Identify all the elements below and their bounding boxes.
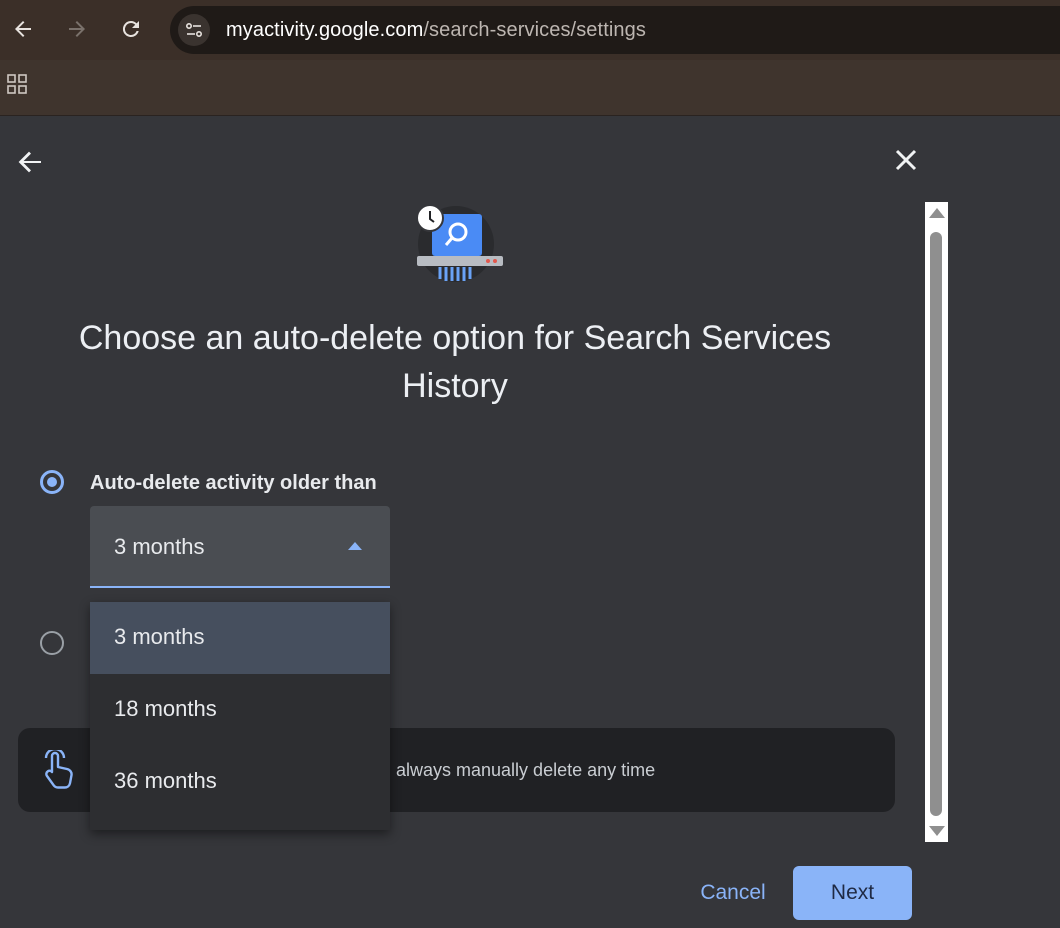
url-host: myactivity.google.com [226,19,424,41]
select-current-value: 3 months [114,534,205,559]
cancel-button[interactable]: Cancel [680,868,786,918]
address-bar[interactable]: myactivity.google.com/search-services/se… [170,6,1060,54]
bookmarks-bar [0,60,1060,116]
site-info-icon [185,22,203,38]
dialog-back-icon[interactable] [14,146,46,178]
dropdown-option-3-months[interactable]: 3 months [90,602,390,674]
apps-icon[interactable] [7,74,29,96]
dont-auto-delete-radio[interactable] [40,631,64,655]
dropdown-option-label: 36 months [114,768,217,793]
dialog-scrollbar[interactable] [925,202,948,842]
hand-tap-icon [44,750,73,789]
reload-icon [122,20,139,37]
dialog-title: Choose an auto-delete option for Search … [78,319,832,405]
back-button[interactable] [8,14,38,44]
forward-icon [69,21,85,37]
scroll-down-arrow-icon[interactable] [929,826,945,836]
dropdown-option-36-months[interactable]: 36 months [90,746,390,818]
forward-button[interactable] [62,14,92,44]
auto-delete-dialog: Choose an auto-delete option for Search … [0,116,1060,928]
dropdown-option-label: 3 months [114,624,205,649]
back-icon [15,21,31,37]
close-icon[interactable] [890,144,922,176]
period-dropdown-menu: 3 months 18 months 36 months [90,602,390,830]
info-text: always manually delete any time [396,760,656,780]
caret-up-icon [348,542,362,550]
scroll-up-arrow-icon[interactable] [929,208,945,218]
scroll-thumb[interactable] [930,232,942,816]
auto-delete-period-select[interactable]: 3 months [90,506,390,588]
next-button[interactable]: Next [793,866,912,920]
browser-toolbar: myactivity.google.com/search-services/se… [0,0,1060,60]
dropdown-option-18-months[interactable]: 18 months [90,674,390,746]
reload-button[interactable] [116,14,146,44]
auto-delete-option-label: Auto-delete activity older than [90,472,377,494]
url-text: myactivity.google.com/search-services/se… [226,19,646,42]
auto-delete-radio[interactable] [40,470,64,494]
url-path: /search-services/settings [423,19,646,41]
dropdown-option-label: 18 months [114,696,217,721]
site-info-button[interactable] [178,14,210,46]
search-history-illustration-icon [416,204,503,282]
